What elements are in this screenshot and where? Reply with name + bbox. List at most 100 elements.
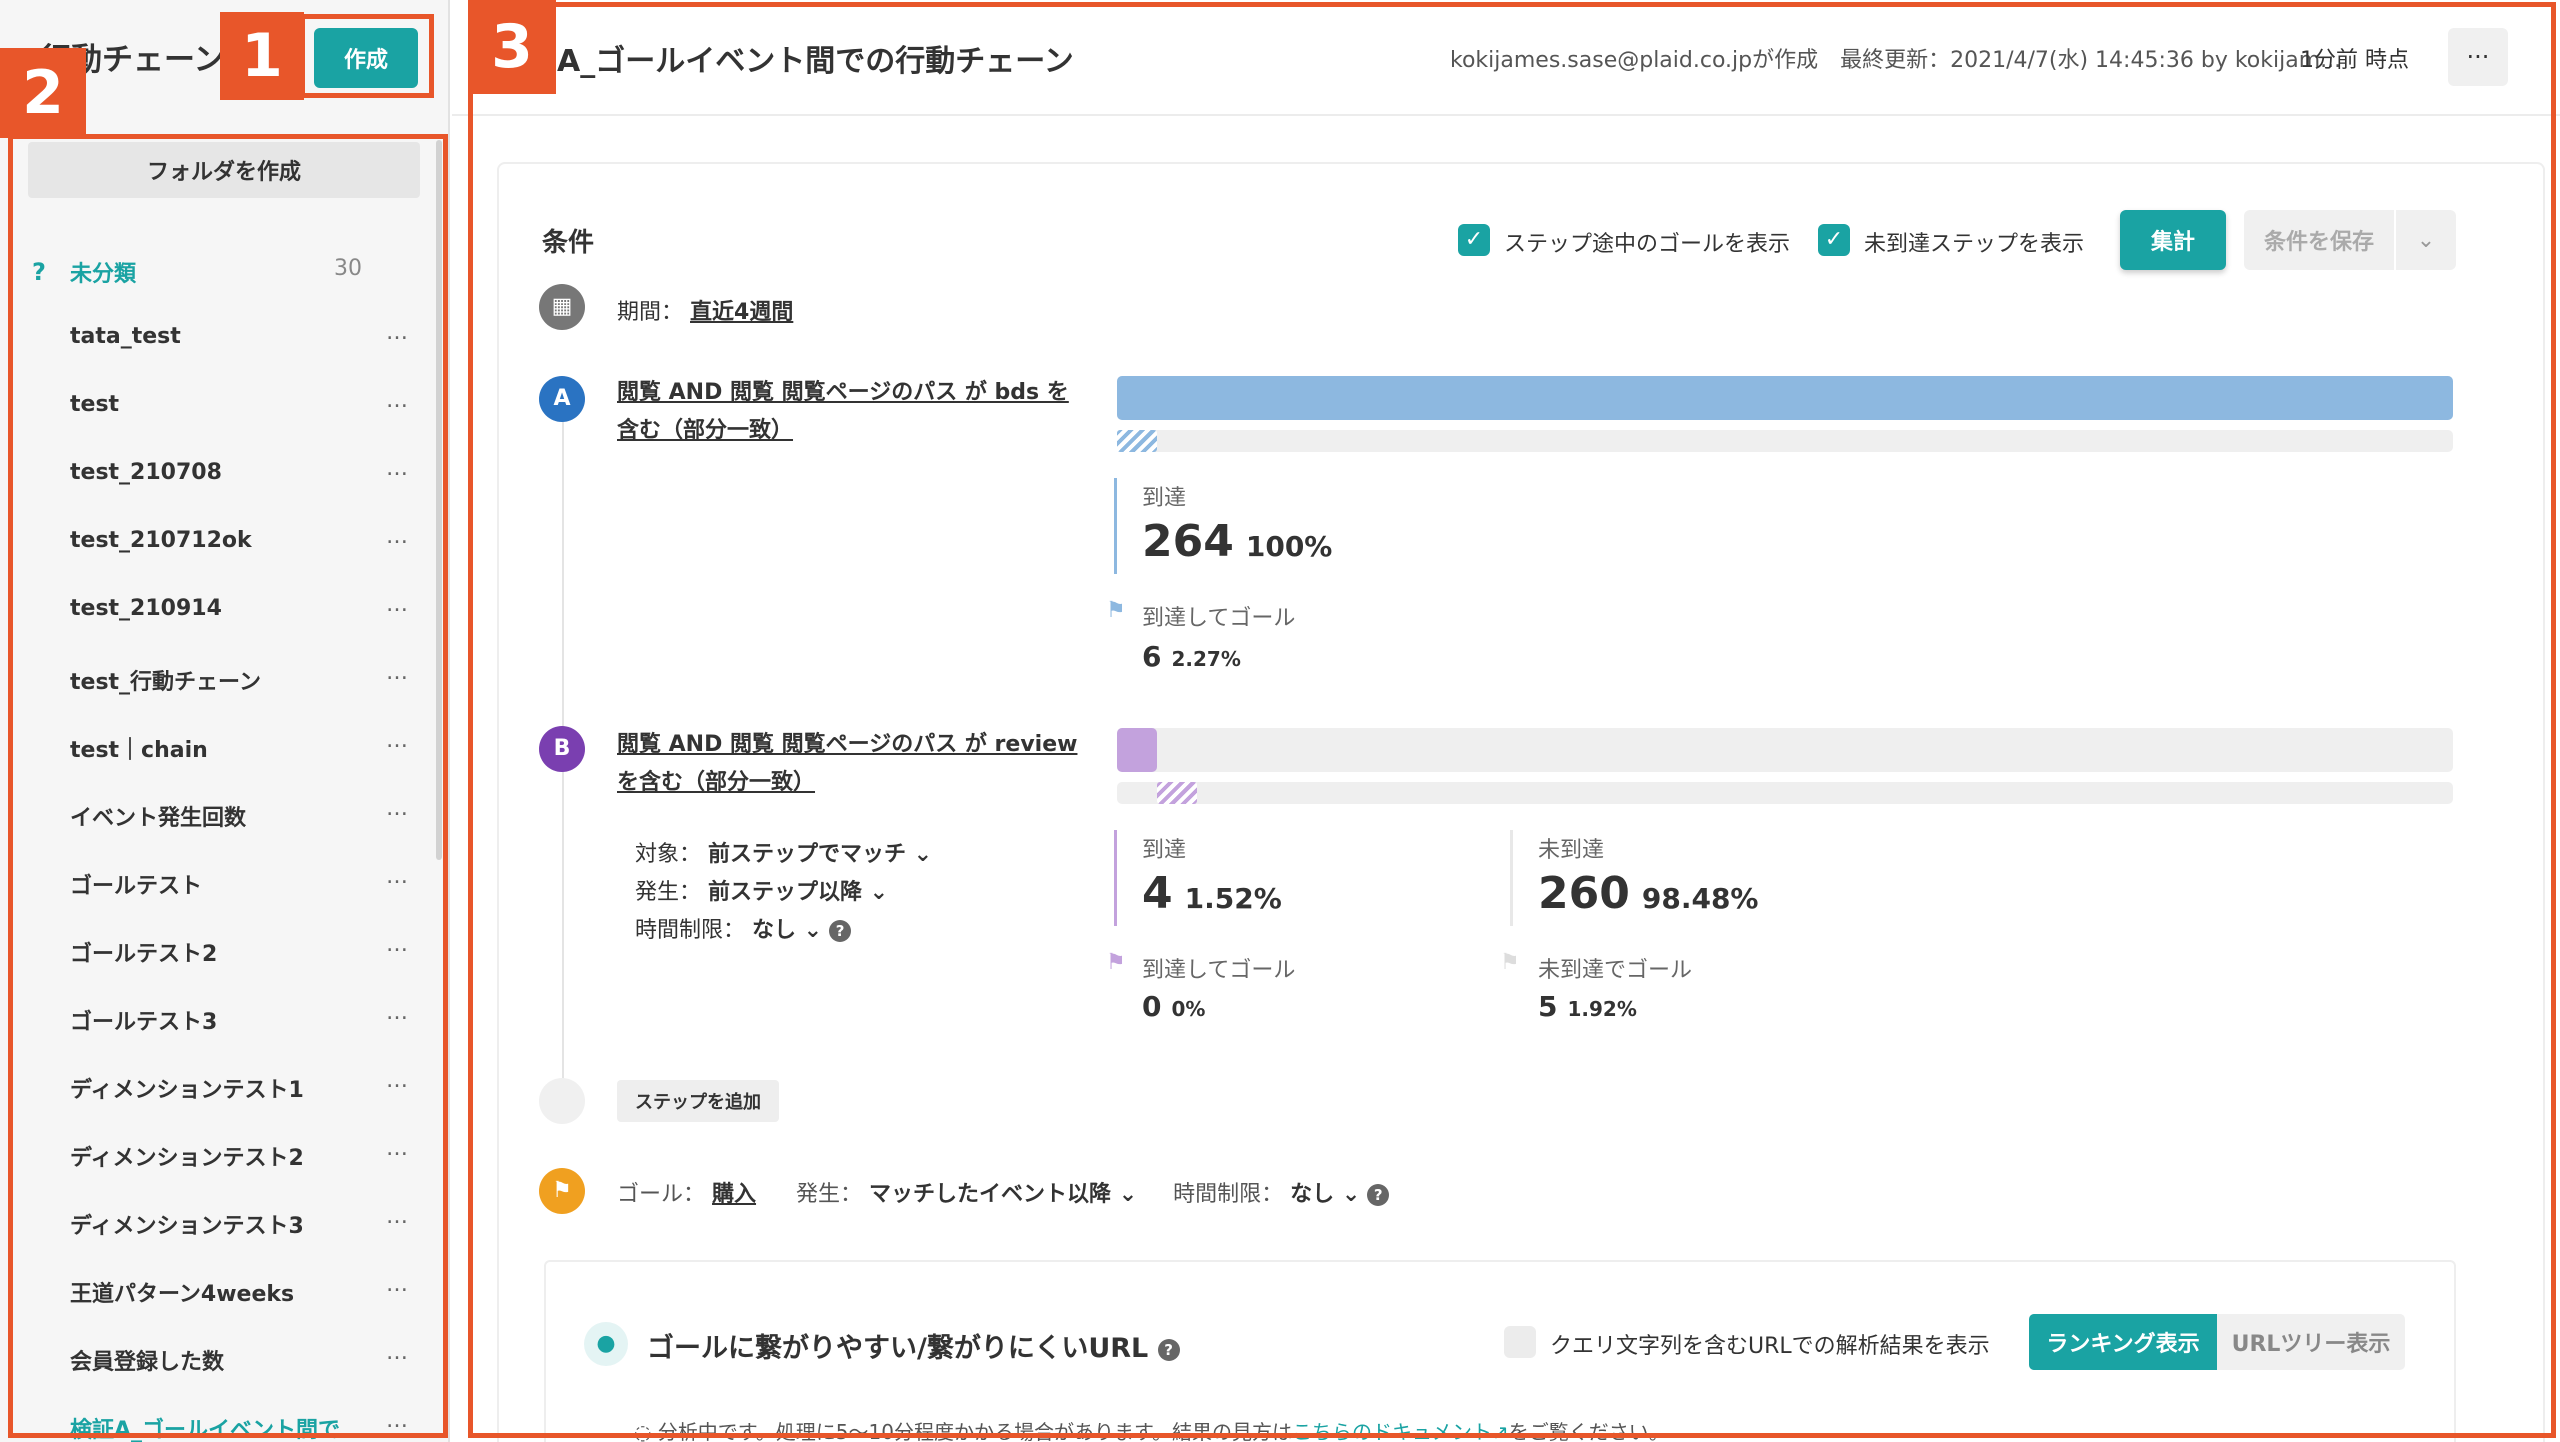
step-a-icon: A	[539, 376, 585, 422]
sidebar-item-label: ゴールテスト2	[70, 942, 218, 967]
more-icon[interactable]: …	[386, 660, 409, 685]
sidebar-item-label: ディメンションテスト3	[70, 1214, 304, 1239]
step-a-reach-label: 到達	[1142, 486, 1187, 511]
step-b-limit-label: 時間制限：	[635, 918, 746, 943]
sidebar-item-label: test_210708	[70, 460, 222, 485]
more-icon[interactable]: …	[386, 1136, 409, 1161]
step-b-unreach-goal-count: 5 1.92%	[1538, 990, 1637, 1023]
more-icon[interactable]: …	[386, 388, 409, 413]
more-icon[interactable]: …	[386, 796, 409, 821]
step-b-limit-row[interactable]: 時間制限： なし ⌄ ?	[635, 912, 852, 944]
create-folder-button[interactable]: フォルダを作成	[28, 142, 420, 198]
sidebar-item[interactable]: tata_test …	[0, 304, 440, 372]
sidebar-item-label: ディメンションテスト2	[70, 1146, 304, 1171]
sidebar-category-uncategorized[interactable]: ? 未分類 30	[0, 236, 440, 304]
sidebar-item[interactable]: test…	[0, 372, 440, 440]
more-icon[interactable]: …	[386, 524, 409, 549]
sidebar: 行動チェーン 作成 フォルダを作成 ? 未分類 30 tata_test… te…	[0, 0, 450, 1442]
sidebar-item[interactable]: 王道パターン4weeks…	[0, 1256, 440, 1324]
step-b-goal-count: 0 0%	[1142, 990, 1205, 1023]
sidebar-item-label: test_210914	[70, 596, 222, 621]
goal-value[interactable]: 購入	[712, 1182, 756, 1207]
help-icon[interactable]: ?	[1367, 1184, 1390, 1206]
url-tree-view-button[interactable]: URLツリー表示	[2217, 1314, 2405, 1370]
more-icon[interactable]: …	[386, 1204, 409, 1229]
goal-limit-value[interactable]: なし ⌄	[1290, 1182, 1360, 1207]
sidebar-item[interactable]: test_行動チェーン…	[0, 644, 440, 712]
step-a-stat-divider	[1114, 478, 1117, 574]
show-unreached-checkbox[interactable]: ✓	[1818, 224, 1850, 256]
help-icon[interactable]: ?	[829, 920, 852, 942]
more-icon[interactable]: …	[386, 320, 409, 345]
ranking-view-button[interactable]: ランキング表示	[2029, 1314, 2217, 1370]
sidebar-scrollbar[interactable]	[436, 140, 442, 860]
more-icon[interactable]: …	[386, 728, 409, 753]
step-b-condition[interactable]: 閲覧 AND 閲覧 閲覧ページのパス が review を含む（部分一致）	[617, 726, 1087, 802]
step-b-goal-hatch	[1157, 782, 1197, 804]
sidebar-item[interactable]: test_210914 …	[0, 576, 440, 644]
step-a-condition[interactable]: 閲覧 AND 閲覧 閲覧ページのパス が bds を含む（部分一致）	[617, 374, 1087, 450]
main-content: A_ゴールイベント間での行動チェーン kokijames.sase@plaid.…	[452, 0, 2560, 1442]
more-icon[interactable]: …	[386, 456, 409, 481]
step-b-icon: B	[539, 726, 585, 772]
sidebar-item[interactable]: ゴールテスト2 …	[0, 916, 440, 984]
more-menu-button[interactable]: ···	[2448, 28, 2508, 86]
sidebar-item[interactable]: ゴールテスト…	[0, 848, 440, 916]
url-panel-title: ゴールに繋がりやすい/繋がりにくいURL ?	[647, 1326, 1180, 1365]
period-value[interactable]: 直近4週間	[690, 300, 793, 325]
add-step-button[interactable]: ステップを追加	[617, 1080, 779, 1122]
sidebar-item[interactable]: ゴールテスト3 …	[0, 984, 440, 1052]
query-string-checkbox[interactable]: ✓	[1504, 1326, 1536, 1358]
document-link[interactable]: こちらのドキュメント↗	[1292, 1420, 1509, 1442]
goal-occur-label: 発生：	[796, 1182, 863, 1207]
help-icon[interactable]: ?	[1157, 1338, 1180, 1361]
step-b-limit-value[interactable]: なし ⌄	[752, 918, 822, 943]
step-b-bar	[1117, 728, 2453, 772]
sidebar-list: ? 未分類 30 tata_test … test … test_210708 … t…	[0, 236, 440, 1442]
sidebar-item-label: 検証A_ゴールイベント間で	[70, 1418, 341, 1442]
step-a-reach-pct: 100%	[1245, 530, 1333, 563]
create-button[interactable]: 作成	[314, 28, 418, 88]
chevron-down-icon[interactable]: ⌄	[2396, 210, 2456, 270]
step-a-reach-count: 264 100%	[1142, 516, 1332, 567]
sidebar-item[interactable]: ディメンションテスト1…	[0, 1052, 440, 1120]
more-icon[interactable]: …	[386, 864, 409, 889]
more-icon[interactable]: …	[386, 592, 409, 617]
more-icon[interactable]: …	[386, 1408, 409, 1433]
step-b-occur-row[interactable]: 発生： 前ステップ以降 ⌄	[635, 874, 888, 906]
step-a-goal-hatch	[1117, 430, 1157, 452]
save-conditions-button[interactable]: 条件を保存	[2244, 210, 2394, 270]
more-icon[interactable]: …	[386, 1000, 409, 1025]
step-a-goal-value: 6	[1142, 640, 1162, 673]
sidebar-item-label: ゴールテスト3	[70, 1010, 218, 1035]
sidebar-item[interactable]: ディメンションテスト3 …	[0, 1188, 440, 1256]
goal-flag-icon: ⚑	[539, 1168, 585, 1214]
query-string-label: クエリ文字列を含むURLでの解析結果を表示	[1550, 1334, 1990, 1359]
goal-occur-value[interactable]: マッチしたイベント以降 ⌄	[869, 1182, 1137, 1207]
more-icon[interactable]: …	[386, 932, 409, 957]
sidebar-item-label: tata_test	[70, 324, 181, 349]
step-b-target-value[interactable]: 前ステップでマッチ ⌄	[708, 842, 932, 867]
sidebar-item[interactable]: test_210712ok…	[0, 508, 440, 576]
more-icon[interactable]: …	[386, 1272, 409, 1297]
category-label: 未分類	[70, 262, 137, 287]
more-icon[interactable]: …	[386, 1340, 409, 1365]
step-b-reach-value: 4	[1142, 868, 1173, 919]
sidebar-item[interactable]: 会員登録した数…	[0, 1324, 440, 1392]
show-goal-checkbox[interactable]: ✓	[1458, 224, 1490, 256]
step-b-occur-value[interactable]: 前ステップ以降 ⌄	[708, 880, 888, 905]
step-a-goal-count: 6 2.27%	[1142, 640, 1241, 673]
step-a-goal-bar	[1117, 430, 2453, 452]
sidebar-item[interactable]: test｜chain…	[0, 712, 440, 780]
sidebar-item[interactable]: ディメンションテスト2 …	[0, 1120, 440, 1188]
more-icon[interactable]: …	[386, 1068, 409, 1093]
goal-limit-label: 時間制限：	[1173, 1182, 1284, 1207]
url-panel-title-text: ゴールに繋がりやすい/繋がりにくいURL	[647, 1333, 1149, 1364]
sidebar-item-active[interactable]: 検証A_ゴールイベント間で …	[0, 1392, 440, 1442]
sidebar-item[interactable]: test_210708 …	[0, 440, 440, 508]
sidebar-item[interactable]: イベント発生回数…	[0, 780, 440, 848]
step-b-target-row[interactable]: 対象： 前ステップでマッチ ⌄	[635, 836, 932, 868]
lightbulb-icon: ●	[584, 1322, 628, 1366]
aggregate-button[interactable]: 集計	[2120, 210, 2226, 270]
step-b-target-label: 対象：	[635, 842, 702, 867]
